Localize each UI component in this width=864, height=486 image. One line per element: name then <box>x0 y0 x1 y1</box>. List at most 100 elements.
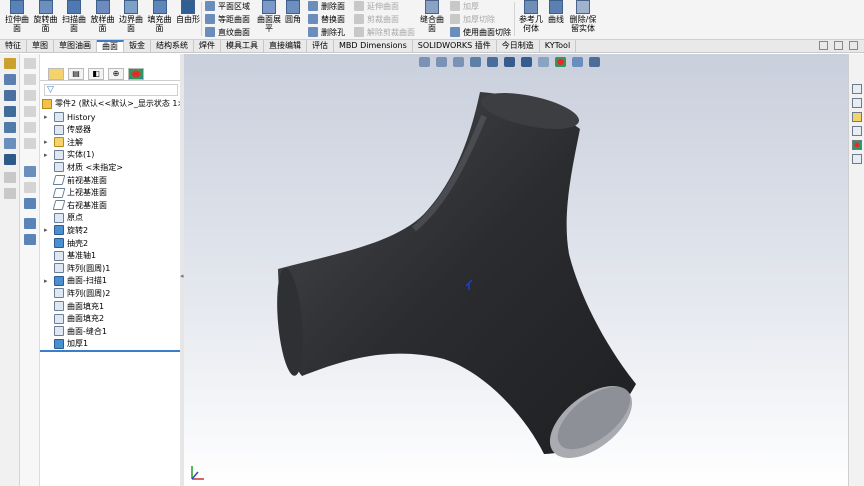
home-icon[interactable] <box>852 84 862 94</box>
col2-item-0[interactable]: 删除面 <box>308 0 345 12</box>
loft-surface-button[interactable]: 放样曲 面 <box>89 0 117 38</box>
tree-item[interactable]: ▸ History <box>44 111 95 123</box>
tab-11[interactable]: SOLIDWORKS 插件 <box>413 40 497 52</box>
tree-item-label: 基准轴1 <box>67 251 97 261</box>
boundary-surface-button[interactable]: 边界曲 面 <box>117 0 145 38</box>
secondary-left-toolbar <box>20 54 40 486</box>
reference-geometry-button[interactable]: 参考几 何体 <box>518 0 544 38</box>
tab-7[interactable]: 模具工具 <box>221 40 264 52</box>
measure-icon[interactable] <box>4 90 16 101</box>
tree-item[interactable]: 抽壳2 <box>44 237 88 249</box>
revolve-surface-button[interactable]: 旋转曲 面 <box>32 0 60 38</box>
tree-item[interactable]: ▸ 注解 <box>44 136 83 148</box>
instant3d-icon[interactable] <box>24 166 36 177</box>
expand-arrow-icon[interactable]: ▸ <box>44 151 52 159</box>
task-pane <box>848 54 864 486</box>
fillet-button[interactable]: 圆角 <box>282 0 304 38</box>
appearance-icon[interactable] <box>4 122 16 133</box>
tab-6[interactable]: 焊件 <box>194 40 221 52</box>
view-settings-icon[interactable] <box>4 138 16 149</box>
tree-item[interactable]: 传感器 <box>44 124 91 136</box>
col1-item-label: 平面区域 <box>218 1 250 11</box>
configuration-manager-tab[interactable]: ◧ <box>88 67 104 80</box>
freeform-button[interactable]: 自由形 <box>174 0 202 38</box>
disabled-tool-icon <box>4 172 16 183</box>
section-view-icon[interactable] <box>4 106 16 117</box>
paste-icon[interactable] <box>24 234 36 245</box>
tree-item[interactable]: 右视基准面 <box>44 199 107 211</box>
history-icon <box>54 112 64 122</box>
tree-root-part[interactable]: 零件2 (默认<<默认>_显示状态 1>) <box>42 98 187 109</box>
smart-dimension-icon[interactable] <box>4 58 16 69</box>
expand-arrow-icon[interactable]: ▸ <box>44 277 52 285</box>
delete-keep-body-button[interactable]: 删除/保 留实体 <box>568 0 598 38</box>
tree-item[interactable]: 曲面-缝合1 <box>44 325 107 337</box>
tab-5[interactable]: 结构系统 <box>151 40 194 52</box>
col1-item-1[interactable]: 等距曲面 <box>205 13 250 25</box>
tree-item[interactable]: 加厚1 <box>44 338 88 350</box>
tree-item[interactable]: 上视基准面 <box>44 187 107 199</box>
sweep-surface-button[interactable]: 扫描曲 面 <box>60 0 88 38</box>
view-palette-icon[interactable] <box>852 126 862 136</box>
expand-arrow-icon[interactable]: ▸ <box>44 226 52 234</box>
collapse-arrow-icon[interactable]: ◂ <box>180 272 184 280</box>
tab-0[interactable]: 特征 <box>0 40 27 52</box>
tab-12[interactable]: 今日制造 <box>497 40 540 52</box>
tab-3[interactable]: 曲面 <box>97 40 124 52</box>
3d-model-view[interactable] <box>184 54 848 486</box>
fill-surface-button[interactable]: 填充曲 面 <box>146 0 174 38</box>
surface-flatten-button[interactable]: 曲面展 平 <box>256 0 282 38</box>
tree-item[interactable]: ▸ 旋转2 <box>44 224 88 236</box>
tree-item[interactable]: 基准轴1 <box>44 250 96 262</box>
file-explorer-icon[interactable] <box>852 112 862 122</box>
curves-button[interactable]: 曲线 <box>545 0 567 38</box>
design-library-icon[interactable] <box>852 98 862 108</box>
col3-item-1: 剪裁曲面 <box>354 13 399 25</box>
col2-item-2[interactable]: 删除孔 <box>308 26 345 38</box>
custom-properties-icon[interactable] <box>852 154 862 164</box>
tab-9[interactable]: 评估 <box>307 40 334 52</box>
col2-item-1[interactable]: 替换面 <box>308 13 345 25</box>
tree-item[interactable]: ▸ 实体(1) <box>44 149 94 161</box>
graphics-area[interactable] <box>184 54 848 486</box>
knit-surface-button[interactable]: 缝合曲 面 <box>418 0 446 38</box>
expand-arrow-icon[interactable]: ▸ <box>44 113 52 121</box>
col1-item-0[interactable]: 平面区域 <box>205 0 250 12</box>
tree-item[interactable]: 曲面填充2 <box>44 313 104 325</box>
col1-item-2[interactable]: 直纹曲面 <box>205 26 250 38</box>
tree-filter-input[interactable]: ▽ <box>44 84 178 96</box>
tree-item[interactable]: 曲面填充1 <box>44 300 104 312</box>
col4-item-2[interactable]: 使用曲面切除 <box>450 26 511 38</box>
tab-10[interactable]: MBD Dimensions <box>334 40 413 52</box>
tree-item-label: 加厚1 <box>67 339 89 349</box>
tree-item[interactable]: 阵列(圆周)1 <box>44 262 110 274</box>
tree-item[interactable]: 前视基准面 <box>44 174 107 186</box>
property-manager-tab[interactable]: ▤ <box>68 67 84 80</box>
display-icon[interactable] <box>24 198 36 209</box>
expand-arrow-icon[interactable]: ▸ <box>44 138 52 146</box>
display-manager-tab[interactable] <box>128 67 144 80</box>
loft-surface-icon <box>95 0 110 14</box>
tab-2[interactable]: 草图油画 <box>54 40 97 52</box>
maximize-window-icon[interactable] <box>834 41 843 50</box>
extrude-surface-button[interactable]: 拉伸曲 面 <box>3 0 31 38</box>
disabled-tool-icon <box>24 106 36 117</box>
tree-item[interactable]: ▸ 曲面-扫描1 <box>44 275 107 287</box>
mass-properties-icon[interactable] <box>4 154 16 165</box>
sketch-icon[interactable] <box>4 74 16 85</box>
restore-window-icon[interactable] <box>819 41 828 50</box>
copy-icon[interactable] <box>24 218 36 229</box>
tab-13[interactable]: KYTool <box>540 40 577 52</box>
appearances-icon[interactable] <box>852 140 862 150</box>
close-window-icon[interactable] <box>849 41 858 50</box>
plane-icon <box>52 187 66 198</box>
tab-8[interactable]: 直接编辑 <box>264 40 307 52</box>
tree-item[interactable]: 阵列(圆周)2 <box>44 287 110 299</box>
tab-1[interactable]: 草图 <box>27 40 54 52</box>
feature-manager-tab[interactable] <box>48 67 64 80</box>
dimxpert-manager-tab[interactable]: ⊕ <box>108 67 124 80</box>
tree-item[interactable]: 原点 <box>44 212 83 224</box>
tab-4[interactable]: 钣金 <box>124 40 151 52</box>
rollback-bar[interactable] <box>40 350 180 352</box>
tree-item[interactable]: 材质 <未指定> <box>44 161 123 173</box>
